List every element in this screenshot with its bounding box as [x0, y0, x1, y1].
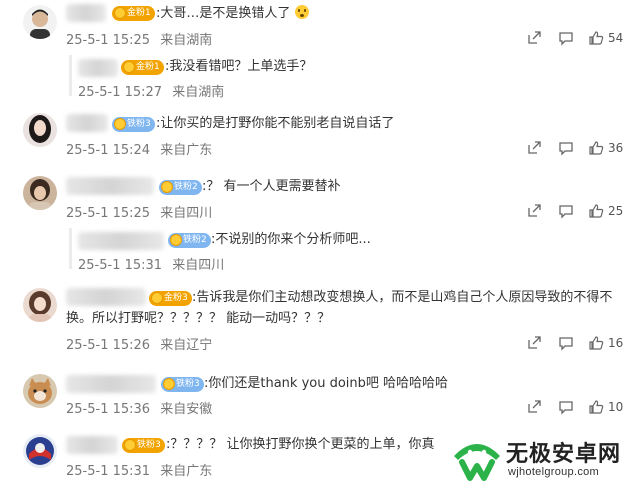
reply-meta: 25-5-1 15:27 来自湖南 [78, 81, 224, 100]
comment-meta: 25-5-1 15:25 来自湖南 [66, 29, 212, 48]
emoji-icon [294, 5, 309, 19]
comment-text: :？？？？ 让你换打野你换个更菜的上单，你真 [166, 437, 435, 452]
comment-meta: 25-5-1 15:26 来自辽宁 [66, 334, 212, 353]
fan-badge: 铁粉3 [112, 117, 155, 132]
comment-icon[interactable] [558, 30, 574, 46]
fan-badge: 金粉1 [112, 6, 155, 21]
thumbs-up-icon[interactable] [588, 335, 604, 351]
comment-meta: 25-5-1 15:36 来自安徽 [66, 398, 212, 417]
comment-text-line2: 换。所以打野呢？？？？？ 能动一动吗？？？ [66, 311, 331, 326]
like-count: 16 [608, 336, 624, 350]
timestamp: 25-5-1 15:31 [66, 464, 151, 479]
avatar[interactable] [23, 113, 57, 147]
like-count: 54 [608, 31, 624, 45]
comment-actions: 10 [522, 399, 632, 417]
crown-icon [170, 234, 182, 246]
crown-icon [114, 7, 126, 19]
username-blurred[interactable] [78, 232, 164, 250]
avatar[interactable] [23, 5, 57, 39]
comment-text: :让你买的是打野你能不能别老自说自话了 [156, 116, 395, 131]
comment-icon[interactable] [558, 399, 574, 415]
share-icon[interactable] [526, 335, 542, 351]
avatar[interactable] [23, 176, 57, 210]
comment-meta: 25-5-1 15:24 来自广东 [66, 139, 212, 158]
comment-text: :？ 有一个人更需要替补 [202, 179, 341, 194]
watermark-url: wjhotelgroup.com [508, 466, 600, 478]
reply-meta: 25-5-1 15:31 来自四川 [78, 254, 224, 273]
fan-badge: 铁粉3 [122, 438, 165, 453]
crown-icon [161, 181, 173, 193]
avatar[interactable] [23, 434, 57, 468]
thumbs-up-icon[interactable] [588, 203, 604, 219]
location: 来自广东 [160, 143, 213, 158]
reply-text: :我没看错吧？上单选手？ [165, 59, 313, 74]
watermark-title: 无极安卓网 [506, 442, 622, 467]
avatar[interactable] [23, 374, 57, 408]
timestamp: 25-5-1 15:27 [78, 85, 163, 100]
crown-icon [123, 61, 135, 73]
thumbs-up-icon[interactable] [588, 30, 604, 46]
fan-badge: 铁粉2 [168, 233, 211, 248]
timestamp: 25-5-1 15:24 [66, 143, 151, 158]
location: 来自辽宁 [160, 338, 213, 353]
comment-meta: 25-5-1 15:31 来自广东 [66, 460, 212, 479]
comment-icon[interactable] [558, 140, 574, 156]
fan-badge: 金粉1 [121, 60, 164, 75]
crown-icon [114, 118, 126, 130]
android-logo-icon [454, 444, 500, 481]
comment-actions: 36 [522, 140, 632, 158]
fan-badge: 金粉3 [149, 291, 192, 306]
username-blurred[interactable] [78, 59, 118, 77]
like-count: 25 [608, 204, 624, 218]
username-blurred[interactable] [66, 375, 156, 393]
username-blurred[interactable] [66, 436, 118, 454]
crown-icon [163, 378, 175, 390]
location: 来自湖南 [160, 33, 213, 48]
share-icon[interactable] [526, 140, 542, 156]
fan-badge: 铁粉3 [161, 377, 204, 392]
reply-divider [69, 55, 72, 96]
comment-actions: 25 [522, 203, 632, 221]
like-count: 10 [608, 400, 624, 414]
thumbs-up-icon[interactable] [588, 399, 604, 415]
username-blurred[interactable] [66, 288, 146, 306]
timestamp: 25-5-1 15:26 [66, 338, 151, 353]
reply-text: :不说别的你来个分析师吧... [211, 232, 371, 247]
comment-text: :你们还是thank you doinb吧 哈哈哈哈哈 [204, 376, 449, 391]
share-icon[interactable] [526, 399, 542, 415]
location: 来自四川 [172, 258, 225, 273]
timestamp: 25-5-1 15:25 [66, 206, 151, 221]
location: 来自广东 [160, 464, 213, 479]
timestamp: 25-5-1 15:31 [78, 258, 163, 273]
reply-divider [69, 228, 72, 269]
share-icon[interactable] [526, 30, 542, 46]
username-blurred[interactable] [66, 114, 108, 132]
site-watermark: 无极安卓网 wjhotelgroup.com [444, 432, 634, 487]
comment-text: :大哥…是不是换错人了 [156, 2, 309, 26]
username-blurred[interactable] [66, 177, 154, 195]
share-icon[interactable] [526, 203, 542, 219]
thumbs-up-icon[interactable] [588, 140, 604, 156]
location: 来自湖南 [172, 85, 225, 100]
like-count: 36 [608, 141, 624, 155]
fan-badge: 铁粉2 [159, 180, 202, 195]
avatar[interactable] [23, 288, 57, 322]
comment-icon[interactable] [558, 203, 574, 219]
comment-actions: 54 [522, 30, 632, 48]
comment-icon[interactable] [558, 335, 574, 351]
timestamp: 25-5-1 15:36 [66, 402, 151, 417]
crown-icon [124, 439, 136, 451]
timestamp: 25-5-1 15:25 [66, 33, 151, 48]
username-blurred[interactable] [66, 4, 106, 22]
crown-icon [151, 292, 163, 304]
comment-meta: 25-5-1 15:25 来自四川 [66, 202, 212, 221]
location: 来自安徽 [160, 402, 213, 417]
comment-actions: 16 [522, 335, 632, 353]
location: 来自四川 [160, 206, 213, 221]
